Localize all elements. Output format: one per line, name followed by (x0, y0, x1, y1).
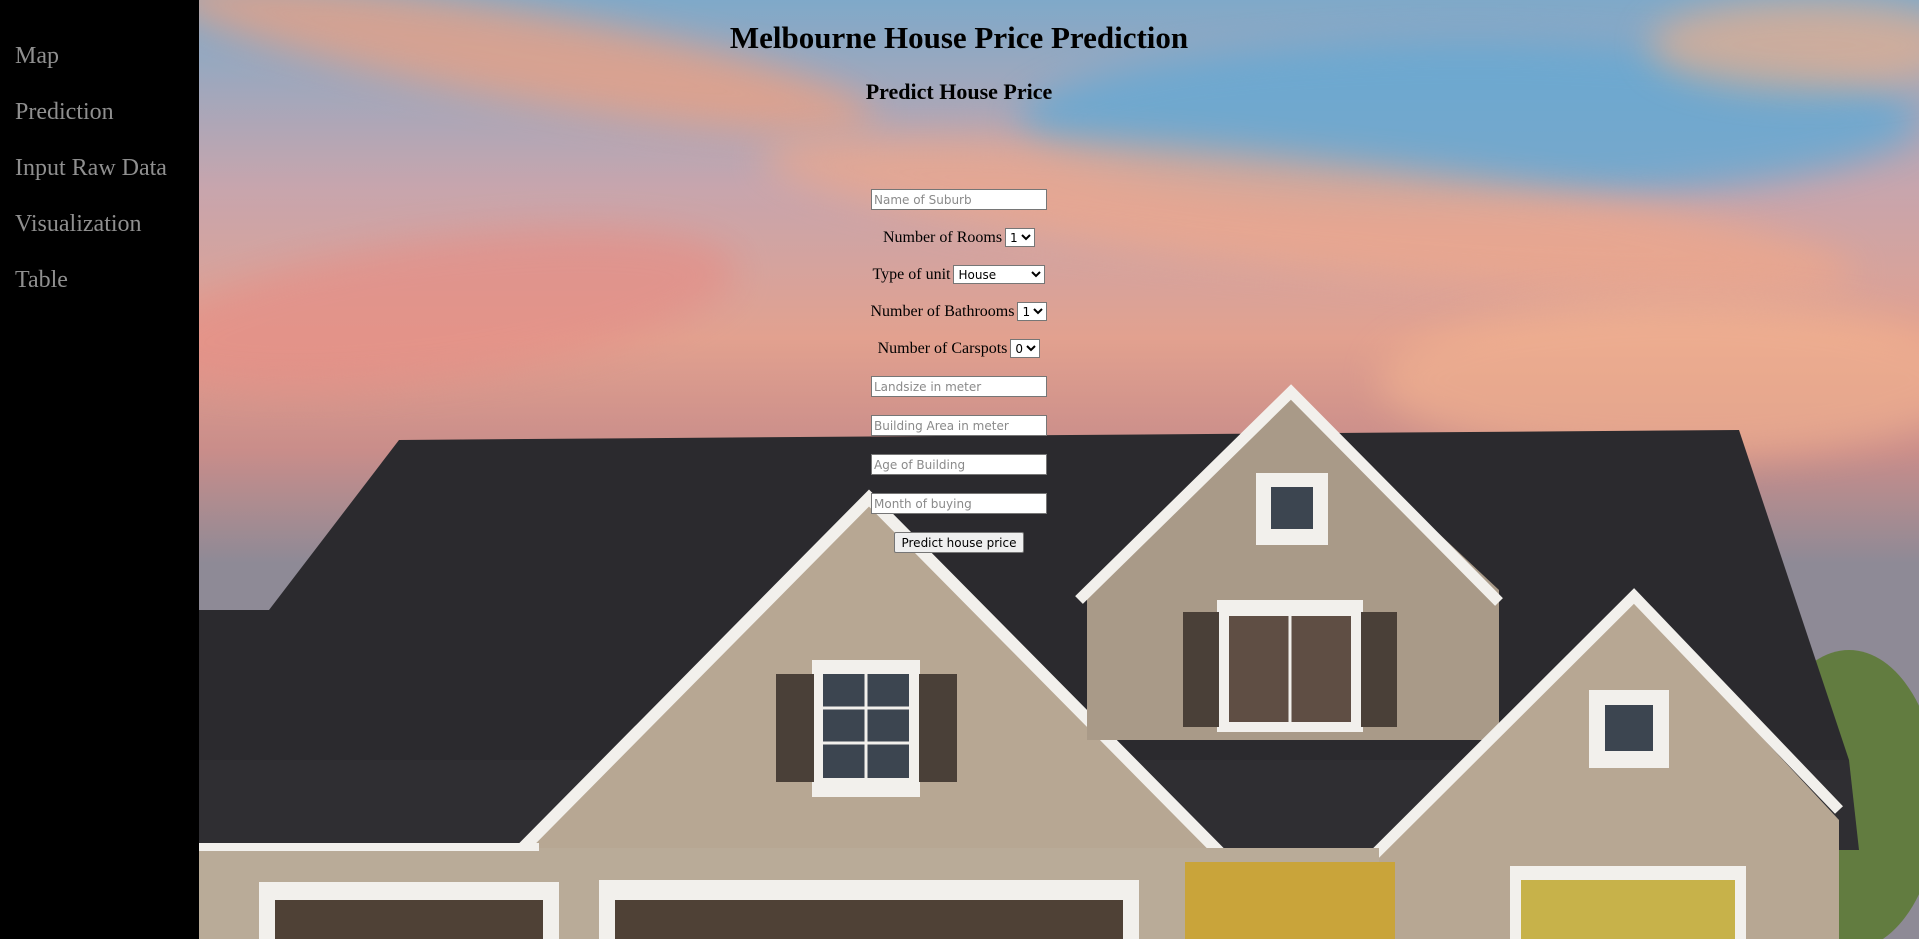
sidebar-item-prediction[interactable]: Prediction (0, 84, 199, 140)
carspots-row: Number of Carspots 0 (199, 330, 1719, 367)
bathrooms-row: Number of Bathrooms 1 (199, 293, 1719, 330)
page-subtitle: Predict House Price (865, 79, 1053, 104)
predict-button[interactable]: Predict house price (894, 532, 1024, 553)
page-title: Melbourne House Price Prediction (729, 20, 1189, 55)
bathrooms-select[interactable]: 1 (1017, 302, 1048, 321)
unit-type-row: Type of unit House (199, 256, 1719, 293)
sidebar-nav: Map Prediction Input Raw Data Visualizat… (0, 28, 199, 308)
suburb-row (199, 180, 1719, 219)
rooms-label: Number of Rooms (882, 228, 1003, 246)
bathrooms-label: Number of Bathrooms (870, 302, 1015, 320)
unit-type-select[interactable]: House (953, 265, 1046, 284)
landsize-input[interactable] (871, 376, 1047, 397)
month-input[interactable] (871, 493, 1047, 514)
landsize-row (199, 367, 1719, 406)
carspots-select[interactable]: 0 (1010, 339, 1041, 358)
rooms-select[interactable]: 1 (1005, 228, 1036, 247)
sidebar: Map Prediction Input Raw Data Visualizat… (0, 0, 199, 939)
sidebar-item-input-raw-data[interactable]: Input Raw Data (0, 140, 199, 196)
building-area-row (199, 406, 1719, 445)
carspots-label: Number of Carspots (877, 339, 1008, 357)
suburb-input[interactable] (871, 189, 1047, 210)
main-content: Melbourne House Price Prediction Predict… (199, 0, 1919, 939)
sidebar-item-visualization[interactable]: Visualization (0, 196, 199, 252)
age-row (199, 445, 1719, 484)
unit-type-label: Type of unit (872, 265, 951, 283)
submit-row: Predict house price (199, 523, 1719, 562)
sidebar-item-table[interactable]: Table (0, 252, 199, 308)
rooms-row: Number of Rooms 1 (199, 219, 1719, 256)
sidebar-item-map[interactable]: Map (0, 28, 199, 84)
building-area-input[interactable] (871, 415, 1047, 436)
month-row (199, 484, 1719, 523)
prediction-form: Number of Rooms 1 Type of unit House Num… (199, 180, 1719, 562)
age-input[interactable] (871, 454, 1047, 475)
